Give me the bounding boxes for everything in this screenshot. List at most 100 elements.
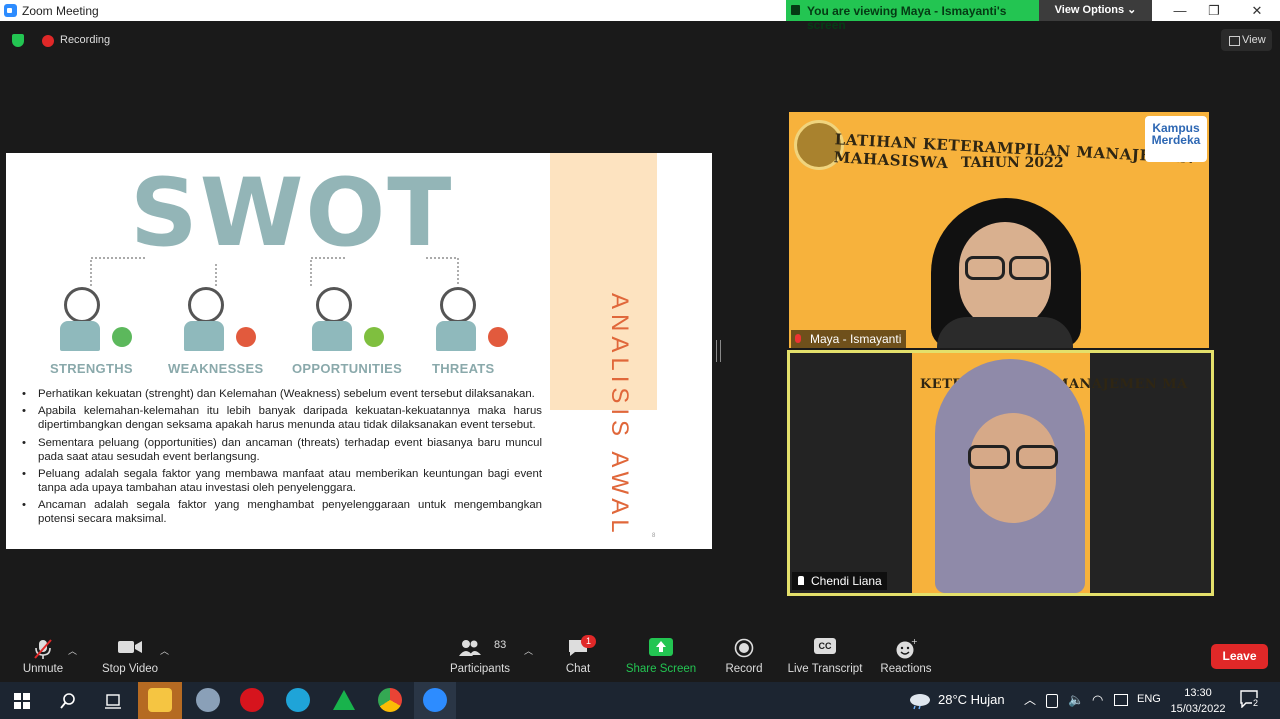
participants-options-chevron-icon[interactable]: ︿: [524, 644, 533, 657]
participant-name: Chendi Liana: [811, 574, 882, 588]
viewing-banner-text: You are viewing Maya - Ismayanti's scree…: [807, 4, 1007, 32]
slide-page-number: 8: [652, 533, 656, 539]
stop-video-button[interactable]: Stop Video: [96, 628, 164, 682]
wifi-icon[interactable]: ◠: [1092, 692, 1103, 708]
weather-rain-icon: [910, 694, 930, 710]
chat-label: Chat: [565, 663, 591, 675]
glasses-shape: [1009, 256, 1049, 280]
glasses-shape: [1016, 445, 1058, 469]
meet-now-icon[interactable]: [1046, 694, 1058, 708]
share-screen-label: Share Screen: [625, 663, 697, 675]
video-tile-chendi[interactable]: KETERAMPILAN MANAJEMEN MA Chendi Liana: [787, 350, 1214, 596]
app-triangle-icon[interactable]: [332, 688, 356, 712]
viewing-banner: You are viewing Maya - Ismayanti's scree…: [786, 0, 1039, 32]
window-title-bar: Zoom Meeting You are viewing Maya - Isma…: [0, 0, 1280, 32]
kampus-merdeka-logo: Kampus Merdeka: [1145, 116, 1207, 162]
reactions-smiley-icon: +: [896, 638, 917, 659]
video-background-year: TAHUN 2022: [961, 155, 1064, 171]
shared-screen-slide: SWOT STRENGTHS WEAKNESSES OPPORTUNITIES …: [6, 153, 712, 549]
speaker-icon[interactable]: 🔈: [1068, 692, 1084, 708]
chrome-browser-icon[interactable]: [378, 688, 402, 712]
slide-bullet-list: Perhatikan kekuatan (strenght) dan Kelem…: [20, 387, 542, 529]
strengths-illustration: [42, 287, 140, 357]
closed-caption-icon: CC: [814, 638, 836, 654]
bullet-item: Peluang adalah segala faktor yang membaw…: [20, 467, 542, 495]
maximize-button[interactable]: ❐: [1194, 1, 1234, 20]
screen-share-icon: [791, 5, 800, 15]
participant-name-tag: Chendi Liana: [792, 572, 887, 590]
weaknesses-illustration: [166, 287, 264, 357]
share-screen-icon: [649, 638, 673, 656]
leave-button[interactable]: Leave: [1211, 644, 1268, 669]
audio-options-chevron-icon[interactable]: ︿: [68, 644, 77, 657]
task-view-icon[interactable]: [104, 693, 122, 709]
slide-side-text: ANALISIS AWAL: [606, 293, 633, 538]
app-icon[interactable]: [196, 688, 220, 712]
quadrant-label: THREATS: [432, 361, 495, 376]
record-icon: [734, 638, 754, 658]
glasses-shape: [968, 445, 1010, 469]
recording-icon: [42, 35, 54, 47]
unmute-button[interactable]: Unmute: [14, 628, 72, 682]
notification-center-icon[interactable]: 2: [1240, 690, 1262, 710]
participants-button[interactable]: 83 Participants: [448, 628, 512, 682]
participants-icon: [459, 640, 481, 656]
language-indicator[interactable]: ENG: [1137, 693, 1161, 705]
live-transcript-button[interactable]: CC Live Transcript: [786, 628, 864, 682]
windows-taskbar: 28°C Hujan ︿ 🔈 ◠ ENG 13:30 15/03/2022 2: [0, 682, 1280, 719]
clock-time: 13:30: [1184, 687, 1212, 699]
view-button-label: View: [1242, 34, 1266, 46]
participants-label: Participants: [449, 663, 511, 675]
zoom-logo-icon: [4, 4, 17, 17]
clock-date: 15/03/2022: [1170, 703, 1226, 715]
view-button[interactable]: View: [1221, 29, 1272, 51]
bullet-item: Perhatikan kekuatan (strenght) dan Kelem…: [20, 387, 542, 401]
quadrant-label: STRENGTHS: [50, 361, 133, 376]
weather-text[interactable]: 28°C Hujan: [938, 692, 1005, 707]
close-button[interactable]: ✕: [1237, 1, 1277, 20]
recording-label: Recording: [60, 34, 111, 46]
opera-browser-icon[interactable]: [240, 688, 264, 712]
windows-start-icon[interactable]: [14, 693, 30, 709]
live-transcript-label: Live Transcript: [787, 663, 863, 675]
glasses-shape: [965, 256, 1005, 280]
quadrant-label: OPPORTUNITIES: [292, 361, 403, 376]
chevron-up-icon[interactable]: ︿: [1024, 691, 1036, 708]
record-button[interactable]: Record: [720, 628, 768, 682]
participant-name: Maya - Ismayanti: [810, 332, 902, 346]
reactions-button[interactable]: + Reactions: [878, 628, 934, 682]
participants-count: 83: [494, 639, 507, 651]
view-options-button[interactable]: View Options ⌄: [1039, 0, 1152, 21]
zoom-app-icon: [423, 688, 447, 712]
reactions-label: Reactions: [880, 663, 932, 675]
pin-icon: [798, 576, 804, 585]
video-camera-icon: [118, 641, 142, 653]
threats-illustration: [418, 287, 516, 357]
mic-muted-icon: [34, 639, 52, 659]
search-icon[interactable]: [60, 693, 76, 709]
taskbar-file-explorer-active[interactable]: [138, 682, 182, 719]
video-options-chevron-icon[interactable]: ︿: [160, 644, 169, 657]
meeting-toolbar: Unmute ︿ Stop Video ︿ 83 Participants ︿ …: [0, 628, 1280, 682]
display-icon[interactable]: [1114, 694, 1128, 706]
file-explorer-icon: [148, 688, 172, 712]
security-shield-icon[interactable]: [12, 34, 24, 47]
record-label: Record: [725, 663, 763, 675]
taskbar-clock[interactable]: 13:30 15/03/2022: [1168, 685, 1228, 717]
participant-name-tag: Maya - Ismayanti: [791, 330, 907, 348]
grid-view-icon: [1229, 36, 1240, 46]
taskbar-zoom-active[interactable]: [414, 682, 456, 719]
edge-browser-icon[interactable]: [286, 688, 310, 712]
share-screen-button[interactable]: Share Screen: [624, 628, 698, 682]
notification-count: 2: [1252, 698, 1260, 708]
video-tile-maya[interactable]: LATIHAN KETERAMPILAN MANAJEMEN MAHASISWA…: [789, 112, 1209, 348]
svg-text:+: +: [911, 638, 917, 646]
connector-lines: [90, 257, 459, 286]
bullet-item: Sementara peluang (opportunities) dan an…: [20, 436, 542, 464]
bullet-item: Apabila kelemahan-kelemahan itu lebih ba…: [20, 404, 542, 432]
panel-resize-handle[interactable]: [716, 340, 721, 362]
bullet-item: Ancaman adalah segala faktor yang mengha…: [20, 498, 542, 526]
chat-unread-badge: 1: [581, 635, 596, 648]
quadrant-label: WEAKNESSES: [168, 361, 264, 376]
stop-video-label: Stop Video: [101, 663, 159, 675]
